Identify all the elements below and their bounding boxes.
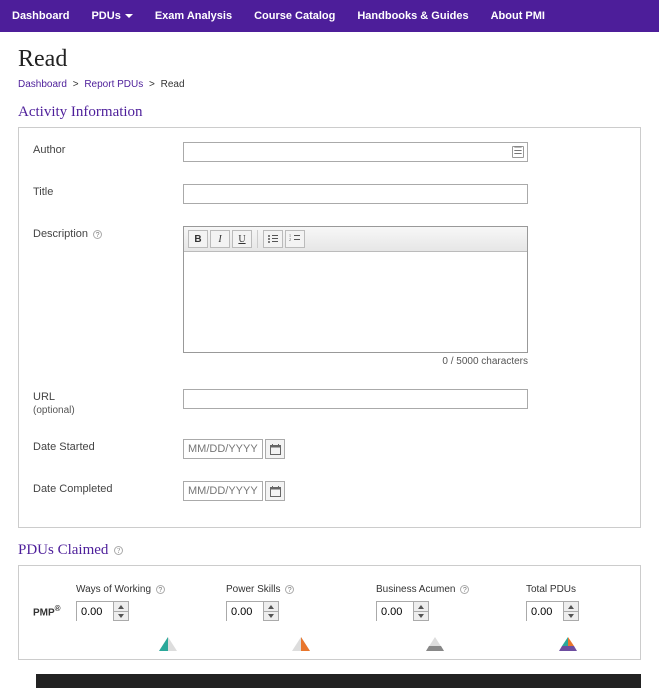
breadcrumb-current: Read bbox=[161, 79, 185, 90]
pdu-col-header-business-acumen: Business Acumen ? bbox=[376, 584, 476, 595]
talent-triangle-icon bbox=[290, 635, 359, 653]
rte-numbered-list-button[interactable]: 12 bbox=[285, 230, 305, 248]
activity-info-panel: Author ☰ Title Description ? B I bbox=[18, 127, 641, 528]
breadcrumb-link-dashboard[interactable]: Dashboard bbox=[18, 79, 67, 90]
calendar-icon bbox=[270, 444, 281, 455]
date-started-input[interactable] bbox=[183, 439, 263, 459]
spinner-up-button[interactable] bbox=[414, 602, 428, 611]
talent-triangle-icon bbox=[157, 635, 226, 653]
url-input[interactable] bbox=[183, 389, 528, 409]
section-title-activity: Activity Information bbox=[18, 104, 641, 121]
pdu-power-skills-input[interactable] bbox=[226, 601, 279, 621]
rte-toolbar: B I U 12 bbox=[184, 227, 527, 252]
spinner-down-button[interactable] bbox=[114, 611, 128, 620]
calendar-icon bbox=[270, 486, 281, 497]
label-url: URL (optional) bbox=[33, 389, 183, 417]
rte-bullet-list-button[interactable] bbox=[263, 230, 283, 248]
pdu-col-header-total: Total PDUs bbox=[526, 584, 626, 595]
talent-triangle-icon bbox=[557, 635, 626, 653]
top-nav: Dashboard PDUs Exam Analysis Course Cata… bbox=[0, 0, 659, 32]
section-title-pdus: PDUs Claimed ? bbox=[18, 542, 641, 559]
date-started-calendar-button[interactable] bbox=[265, 439, 285, 459]
nav-item-course-catalog[interactable]: Course Catalog bbox=[254, 10, 335, 22]
nav-item-about[interactable]: About PMI bbox=[491, 10, 545, 22]
contact-card-icon[interactable]: ☰ bbox=[512, 146, 524, 158]
title-input[interactable] bbox=[183, 184, 528, 204]
label-description: Description ? bbox=[33, 226, 183, 241]
pdu-col-header-power-skills: Power Skills ? bbox=[226, 584, 326, 595]
description-textarea[interactable] bbox=[184, 252, 527, 352]
char-count: 0 / 5000 characters bbox=[183, 356, 528, 367]
rte-underline-button[interactable]: U bbox=[232, 230, 252, 248]
breadcrumb: Dashboard > Report PDUs > Read bbox=[18, 79, 641, 90]
page-title: Read bbox=[18, 46, 641, 73]
footer-bar bbox=[36, 674, 641, 688]
date-completed-input[interactable] bbox=[183, 481, 263, 501]
help-icon[interactable]: ? bbox=[114, 546, 123, 555]
spinner-up-button[interactable] bbox=[564, 602, 578, 611]
chevron-down-icon bbox=[125, 14, 133, 18]
rte-bold-button[interactable]: B bbox=[188, 230, 208, 248]
spinner-up-button[interactable] bbox=[264, 602, 278, 611]
breadcrumb-link-report-pdus[interactable]: Report PDUs bbox=[84, 79, 143, 90]
date-completed-calendar-button[interactable] bbox=[265, 481, 285, 501]
help-icon[interactable]: ? bbox=[460, 585, 469, 594]
nav-item-exam-analysis[interactable]: Exam Analysis bbox=[155, 10, 232, 22]
rich-text-editor: B I U 12 bbox=[183, 226, 528, 353]
spinner-down-button[interactable] bbox=[564, 611, 578, 620]
label-date-completed: Date Completed bbox=[33, 481, 183, 496]
pdu-col-header-ways-of-working: Ways of Working ? bbox=[76, 584, 176, 595]
pdu-total-input[interactable] bbox=[526, 601, 579, 621]
label-date-started: Date Started bbox=[33, 439, 183, 454]
label-author: Author bbox=[33, 142, 183, 157]
pdu-business-acumen-input[interactable] bbox=[376, 601, 429, 621]
rte-italic-button[interactable]: I bbox=[210, 230, 230, 248]
spinner-down-button[interactable] bbox=[414, 611, 428, 620]
label-title: Title bbox=[33, 184, 183, 199]
talent-triangle-icon bbox=[424, 635, 493, 653]
pdu-ways-of-working-input[interactable] bbox=[76, 601, 129, 621]
spinner-down-button[interactable] bbox=[264, 611, 278, 620]
author-input[interactable] bbox=[183, 142, 528, 162]
nav-item-dashboard[interactable]: Dashboard bbox=[12, 10, 69, 22]
help-icon[interactable]: ? bbox=[93, 230, 102, 239]
nav-item-handbooks[interactable]: Handbooks & Guides bbox=[357, 10, 468, 22]
pdus-claimed-panel: PMP® Ways of Working ? bbox=[18, 565, 641, 660]
help-icon[interactable]: ? bbox=[285, 585, 294, 594]
nav-item-pdus[interactable]: PDUs bbox=[91, 10, 132, 22]
svg-text:2: 2 bbox=[289, 237, 291, 242]
help-icon[interactable]: ? bbox=[156, 585, 165, 594]
cert-label: PMP® bbox=[33, 584, 76, 621]
spinner-up-button[interactable] bbox=[114, 602, 128, 611]
